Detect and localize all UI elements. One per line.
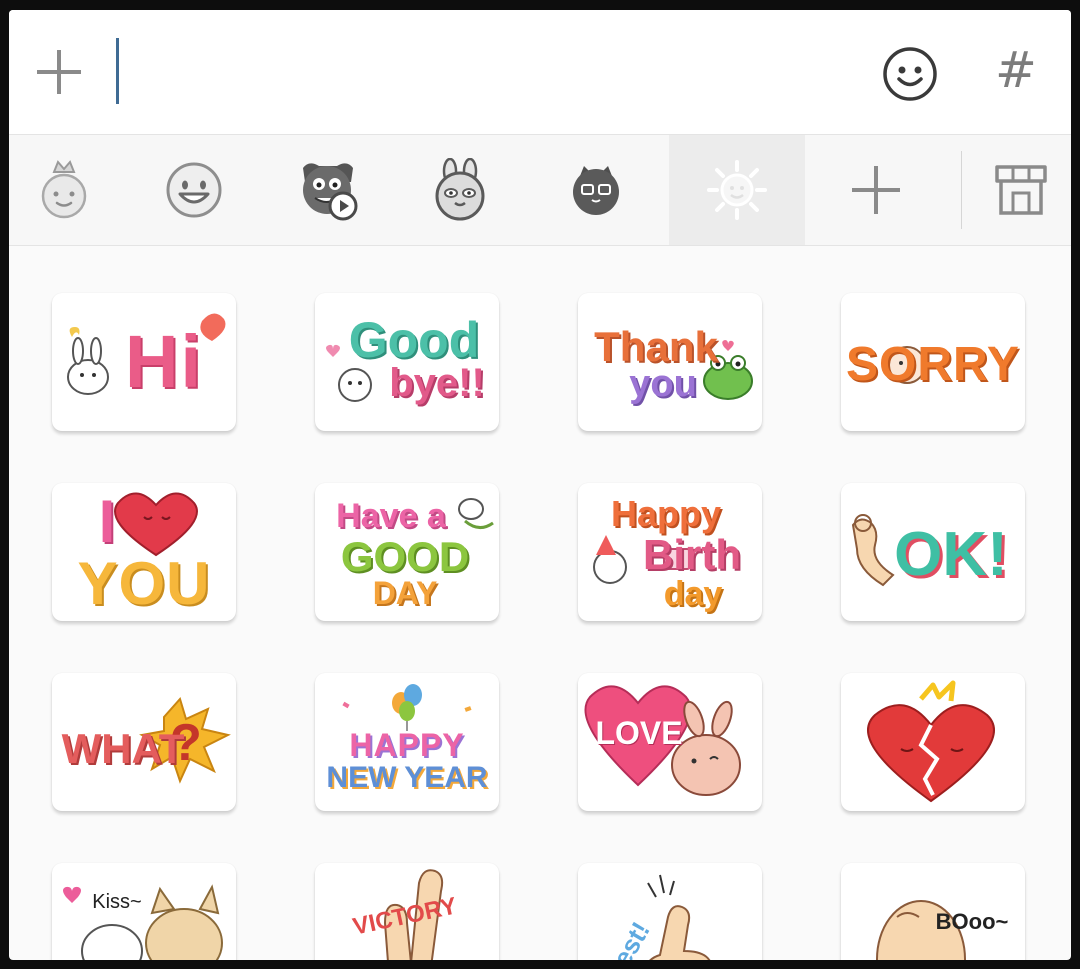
sticker-label: Have a <box>336 497 446 535</box>
tab-rabbit-face[interactable] <box>405 135 515 245</box>
emoticon-tab-bar <box>9 135 1071 246</box>
emoticon-keyboard-panel: # Hi Good bye!! Thank you SORRY I YOU Ha… <box>9 10 1071 960</box>
sticker-label: Hi <box>125 320 203 403</box>
sticker-label: BOoo~ <box>935 909 1009 934</box>
sticker-label: Kiss~ <box>92 891 142 913</box>
sticker-broken-heart[interactable] <box>841 673 1025 811</box>
sticker-grid: Hi Good bye!! Thank you SORRY I YOU Have… <box>9 246 1071 960</box>
smiley-face-icon <box>166 162 222 218</box>
sticker-what[interactable]: WHAT ? <box>52 673 236 811</box>
sticker-label: NEW YEAR <box>326 761 488 794</box>
tab-divider <box>961 151 962 229</box>
smiley-icon[interactable] <box>882 46 938 102</box>
sticker-label: LOVE <box>595 715 683 751</box>
tab-smiley-face[interactable] <box>139 135 249 245</box>
sticker-hi[interactable]: Hi <box>52 293 236 431</box>
sticker-label: I <box>98 488 116 555</box>
tab-animated-character[interactable] <box>273 135 383 245</box>
sticker-label: ? <box>170 714 202 772</box>
sticker-kiss[interactable]: Kiss~ <box>52 863 236 960</box>
sticker-happy-new-year[interactable]: HAPPY NEW YEAR <box>315 673 499 811</box>
crown-face-icon <box>41 160 87 219</box>
sticker-label: HAPPY <box>349 727 465 763</box>
sticker-happy-birthday[interactable]: Happy Birth day <box>578 483 762 621</box>
plus-icon[interactable] <box>33 46 85 98</box>
animated-character-icon <box>303 163 358 221</box>
tab-cat-face[interactable] <box>541 135 651 245</box>
sticker-label: DAY <box>372 575 438 611</box>
sticker-love[interactable]: LOVE <box>578 673 762 811</box>
sticker-label: day <box>663 575 723 613</box>
sticker-i-love-you[interactable]: I YOU <box>52 483 236 621</box>
sticker-sorry[interactable]: SORRY <box>841 293 1025 431</box>
sticker-have-a-good-day[interactable]: Have a GOOD DAY <box>315 483 499 621</box>
tab-crown-face[interactable] <box>9 135 119 245</box>
sticker-thank-you[interactable]: Thank you <box>578 293 762 431</box>
sticker-label: Birth <box>643 531 741 578</box>
tab-sun[interactable] <box>669 135 805 245</box>
store-icon <box>995 165 1047 215</box>
sticker-label: GOOD <box>340 533 470 580</box>
rabbit-face-icon <box>435 158 485 221</box>
sticker-best[interactable]: Best! <box>578 863 762 960</box>
sticker-good-bye[interactable]: Good bye!! <box>315 293 499 431</box>
tab-store[interactable] <box>979 135 1063 245</box>
sticker-booo[interactable]: BOoo~ <box>841 863 1025 960</box>
message-input-bar: # <box>9 10 1071 135</box>
sticker-victory[interactable]: VICTORY <box>315 863 499 960</box>
hashtag-button[interactable]: # <box>991 40 1041 100</box>
sticker-ok[interactable]: OK! <box>841 483 1025 621</box>
sticker-label: SORRY <box>846 338 1020 391</box>
text-cursor[interactable] <box>116 38 119 104</box>
sticker-label: you <box>629 363 697 405</box>
tab-add[interactable] <box>817 135 935 245</box>
add-icon <box>852 166 900 214</box>
sticker-label: Happy <box>610 493 722 534</box>
sticker-label: bye!! <box>389 361 485 405</box>
sun-icon <box>707 160 767 220</box>
sticker-label: OK! <box>894 520 1008 589</box>
cat-face-icon <box>573 166 619 215</box>
sticker-label: YOU <box>77 550 211 617</box>
